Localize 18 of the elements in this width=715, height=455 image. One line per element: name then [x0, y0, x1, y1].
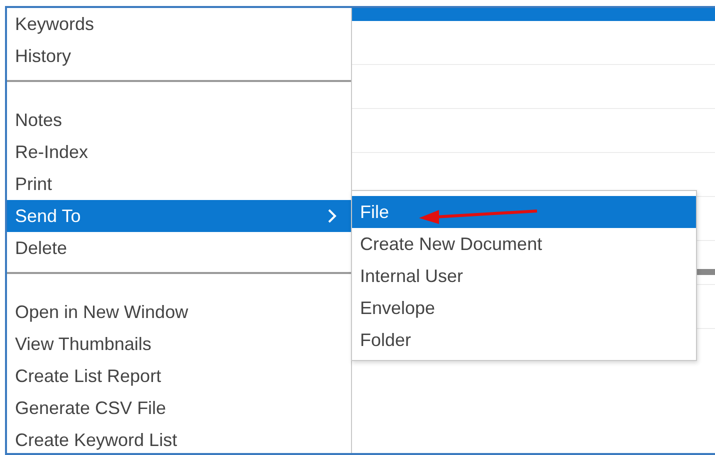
menu-item[interactable]: View Thumbnails — [7, 328, 351, 360]
submenu-item[interactable]: File — [352, 196, 696, 228]
submenu-item[interactable]: Envelope — [352, 292, 696, 324]
menu-item[interactable]: Print — [7, 168, 351, 200]
menu-item[interactable]: Send To — [7, 200, 351, 232]
menu-item[interactable]: Delete — [7, 232, 351, 264]
menu-item[interactable]: History — [7, 40, 351, 72]
chevron-right-icon — [327, 208, 337, 224]
menu-item[interactable]: Create List Report — [7, 360, 351, 392]
menu-item[interactable]: Notes — [7, 104, 351, 136]
submenu-item[interactable]: Internal User — [352, 260, 696, 292]
menu-item[interactable]: Generate CSV File — [7, 392, 351, 424]
submenu-item[interactable]: Folder — [352, 324, 696, 356]
menu-item[interactable]: Open in New Window — [7, 296, 351, 328]
menu-item[interactable]: Create Keyword List — [7, 424, 351, 453]
menu-item[interactable]: Keywords — [7, 8, 351, 40]
menu-item[interactable]: Re-Index — [7, 136, 351, 168]
submenu-item[interactable]: Create New Document — [352, 228, 696, 260]
